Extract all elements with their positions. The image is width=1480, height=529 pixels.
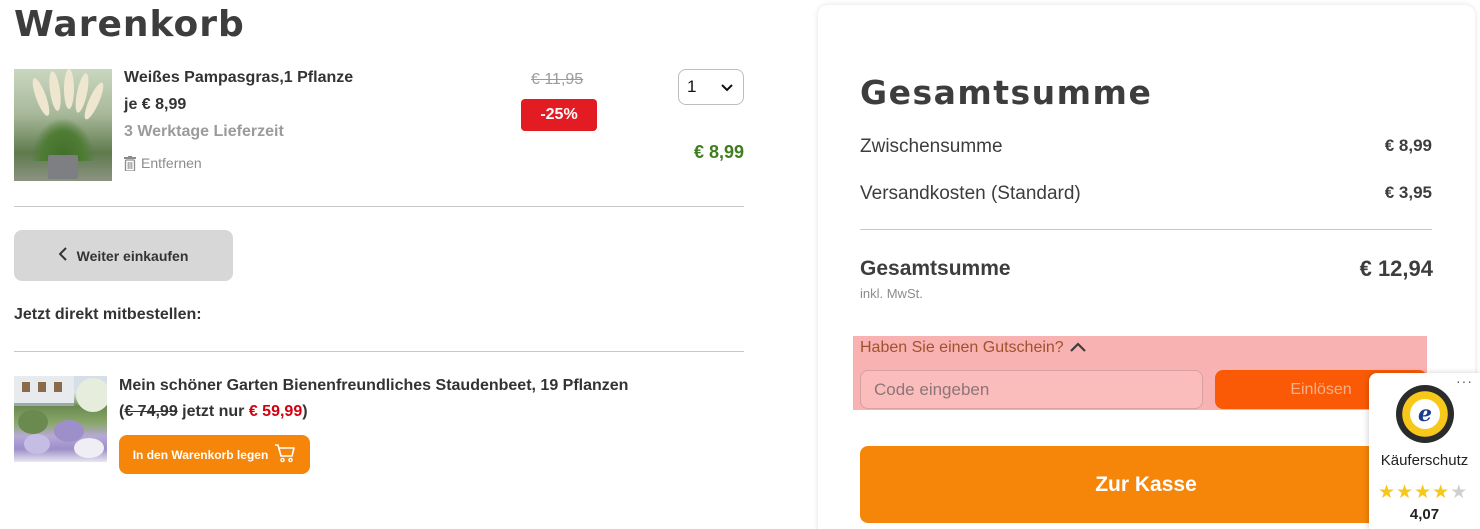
- chevron-up-icon: [1069, 339, 1086, 357]
- continue-shopping-label: Weiter einkaufen: [76, 247, 189, 264]
- voucher-section: Haben Sie einen Gutschein? Einlösen: [853, 336, 1427, 410]
- trusted-shops-seal-icon: e: [1396, 385, 1454, 443]
- cross-sell-name[interactable]: Mein schöner Garten Bienenfreundliches S…: [119, 377, 628, 395]
- cart-section: Warenkorb Weißes Pampasgras,1 Pflanze je…: [0, 0, 760, 529]
- item-total: € 8,99: [693, 142, 744, 162]
- star-icon: ★: [1378, 482, 1397, 503]
- voucher-code-input[interactable]: [860, 370, 1203, 409]
- rating-stars: ★★★★★: [1378, 481, 1468, 504]
- star-icon: ★: [1432, 482, 1451, 503]
- chevron-left-icon: [58, 247, 67, 264]
- unit-price: je € 8,99: [124, 96, 187, 113]
- cross-sell-title: Jetzt direkt mitbestellen:: [14, 306, 202, 323]
- voucher-toggle[interactable]: Haben Sie einen Gutschein?: [860, 339, 1086, 357]
- shipping-row: Versandkosten (Standard) € 3,95: [860, 183, 1432, 205]
- quantity-select[interactable]: 1: [678, 69, 744, 105]
- cross-sell-new-price: € 59,99: [248, 403, 303, 420]
- old-price: € 11,95: [531, 71, 584, 88]
- seal-letter: e: [1410, 399, 1440, 429]
- trash-icon: [124, 155, 136, 171]
- cross-sell-price: (€ 74,99 jetzt nur € 59,99): [119, 403, 308, 421]
- more-options-icon[interactable]: ···: [1456, 373, 1473, 389]
- total-tax-note: inkl. MwSt.: [860, 286, 923, 301]
- cart-item: Weißes Pampasgras,1 Pflanze je € 8,99 3 …: [14, 69, 744, 184]
- remove-label: Entfernen: [141, 155, 202, 171]
- total-label: Gesamtsumme: [860, 257, 1011, 280]
- shipping-value: € 3,95: [1384, 183, 1432, 202]
- chevron-down-icon: [721, 77, 733, 97]
- subtotal-value: € 8,99: [1384, 136, 1432, 155]
- add-to-cart-button[interactable]: In den Warenkorb legen: [119, 435, 310, 474]
- delivery-time: 3 Werktage Lieferzeit: [124, 123, 284, 140]
- summary-title: Gesamtsumme: [860, 73, 1153, 112]
- price-paren-close: ): [302, 403, 308, 420]
- star-icon: ★: [1414, 482, 1433, 503]
- star-icon: ★: [1450, 482, 1469, 503]
- product-name[interactable]: Weißes Pampasgras,1 Pflanze: [124, 69, 353, 87]
- page-title: Warenkorb: [14, 4, 245, 45]
- continue-shopping-button[interactable]: Weiter einkaufen: [14, 230, 233, 281]
- cart-icon: [274, 443, 296, 466]
- price-mid-text: jetzt nur: [177, 403, 249, 420]
- divider: [14, 351, 744, 352]
- quantity-value: 1: [687, 77, 697, 96]
- cross-sell-old-price: € 74,99: [124, 403, 178, 420]
- subtotal-row: Zwischensumme € 8,99: [860, 136, 1432, 158]
- add-to-cart-label: In den Warenkorb legen: [132, 447, 269, 462]
- discount-badge: -25%: [521, 99, 597, 131]
- subtotal-label: Zwischensumme: [860, 136, 1003, 157]
- voucher-toggle-label: Haben Sie einen Gutschein?: [860, 339, 1064, 356]
- cross-sell-image[interactable]: [14, 376, 107, 462]
- checkout-button[interactable]: Zur Kasse: [860, 446, 1432, 523]
- product-image[interactable]: [14, 69, 112, 181]
- rating-value: 4,07: [1409, 506, 1440, 523]
- buyer-protection-label: Käuferschutz: [1380, 452, 1469, 469]
- divider: [14, 206, 744, 207]
- total-value: € 12,94: [1359, 256, 1433, 281]
- star-icon: ★: [1396, 482, 1415, 503]
- trusted-shops-badge[interactable]: ··· e Käuferschutz ★★★★★ 4,07: [1369, 373, 1480, 529]
- divider: [860, 229, 1432, 230]
- shipping-label: Versandkosten (Standard): [860, 183, 1081, 204]
- remove-button[interactable]: Entfernen: [124, 155, 202, 171]
